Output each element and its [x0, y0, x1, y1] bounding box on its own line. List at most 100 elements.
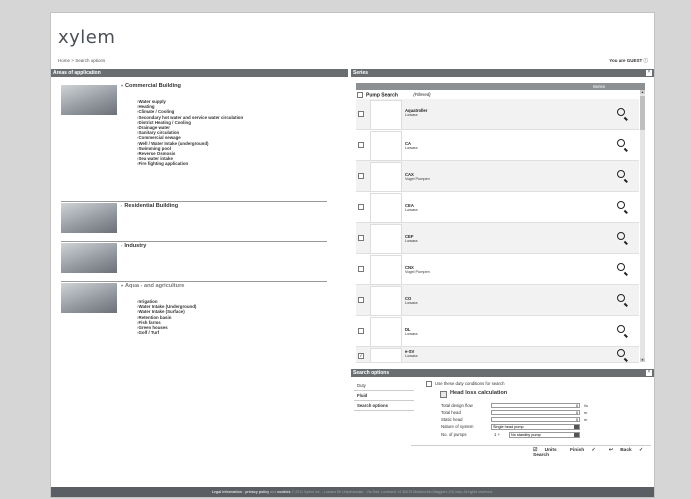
series-checkbox[interactable] — [358, 297, 364, 303]
xylem-logo[interactable]: xylem — [58, 27, 115, 48]
head-unit: m — [584, 410, 588, 415]
cookies-link[interactable]: cookies — [277, 490, 290, 494]
pump-search-checkbox[interactable] — [357, 92, 363, 98]
magnifier-icon[interactable] — [617, 232, 625, 240]
aqua-agriculture-image — [61, 283, 117, 313]
magnifier-icon[interactable] — [617, 349, 625, 357]
standby-pump-select[interactable]: No standby pump — [509, 432, 580, 438]
pump-image — [370, 317, 402, 347]
scroll-up-icon[interactable]: ▲ — [640, 90, 645, 94]
series-scrollbar[interactable]: ▲ ▼ — [640, 90, 645, 362]
area-title[interactable]: › Industry — [121, 243, 146, 249]
finish-button[interactable]: Finish ✓ — [564, 448, 596, 453]
total-design-flow-input[interactable]: 0 — [491, 403, 580, 408]
magnifier-icon[interactable] — [617, 201, 625, 209]
scroll-down-icon[interactable]: ▼ — [640, 358, 645, 362]
use-duty-label: Use these duty conditions for search — [435, 381, 505, 386]
series-header: Series ^ — [351, 69, 654, 77]
divider — [61, 241, 327, 242]
magnifier-icon[interactable] — [617, 263, 625, 271]
series-brand: Vogel Pumpen — [405, 177, 430, 181]
legal-link[interactable]: Legal information — [212, 490, 242, 494]
pump-image — [370, 193, 402, 223]
pump-image — [370, 348, 402, 362]
series-row[interactable]: Aquatroller Lowara — [356, 99, 639, 130]
info-icon[interactable]: ⓘ — [644, 58, 649, 63]
breadcrumb-home[interactable]: Home — [58, 58, 70, 63]
series-row[interactable]: ✓ e-SV Lowara — [356, 347, 639, 363]
search-options-header: Search options ^ — [351, 369, 654, 377]
nature-of-system-value: Single head pump — [493, 425, 524, 429]
no-of-pumps-value: 1 + — [494, 432, 501, 437]
pump-image — [370, 131, 402, 161]
collapse-icon[interactable]: ^ — [646, 70, 652, 76]
back-arrow-icon: ↩ — [608, 448, 613, 453]
static-head-input[interactable]: 0 — [491, 417, 580, 422]
magnifier-icon[interactable] — [617, 325, 625, 333]
check-icon: ✓ — [639, 448, 644, 453]
series-row[interactable]: CNX Vogel Pumpen — [356, 254, 639, 285]
subitem[interactable]: Fire fighting application — [137, 161, 243, 166]
series-row[interactable]: CEA Lowara — [356, 192, 639, 223]
head-loss-checkbox[interactable] — [440, 391, 447, 398]
copyright-text: © 2011 Xylem Inc. - Lowara Srl Uniperson… — [291, 490, 494, 494]
filtered-label: (Filtered) — [413, 92, 431, 98]
search-button[interactable]: Search — [527, 453, 549, 458]
nature-of-system-label: Nature of system — [441, 424, 474, 429]
nature-of-system-select[interactable]: Single head pump — [491, 424, 580, 430]
pump-search-label: Pump Search — [366, 92, 398, 99]
subitem[interactable]: Golf / Turf — [137, 330, 196, 335]
nav-search-options[interactable]: Search options — [354, 401, 414, 411]
no-of-pumps-label: No. of pumps — [441, 432, 467, 437]
area-title[interactable]: ▾ Aqua - and agriculture — [121, 283, 184, 289]
flow-unit: l/s — [584, 403, 588, 408]
series-checkbox[interactable] — [358, 235, 364, 241]
area-title[interactable]: ▾ Commercial Building — [121, 83, 181, 89]
collapse-icon[interactable]: ^ — [646, 370, 652, 376]
search-label: Search — [533, 453, 549, 458]
action-buttons: ☑ Units Finish ✓ ↩ Back ✓ Search — [521, 448, 654, 458]
magnifier-icon[interactable] — [617, 108, 625, 116]
head-loss-label: Head loss calculation — [450, 390, 508, 396]
use-duty-checkbox[interactable] — [426, 381, 432, 387]
series-row[interactable]: CEF Lowara — [356, 223, 639, 254]
static-head-label: Static head — [441, 417, 463, 422]
scroll-thumb[interactable] — [640, 96, 645, 130]
series-row[interactable]: CAX Vogel Pumpen — [356, 161, 639, 192]
chevron-down-icon — [574, 433, 579, 437]
series-brand: Lowara — [405, 146, 418, 150]
industry-image — [61, 243, 117, 273]
pump-image — [370, 162, 402, 192]
series-checkbox[interactable] — [358, 111, 364, 117]
area-subitems: Irrigation Water Intake (Underground) Wa… — [137, 299, 196, 335]
areas-title: Areas of application — [53, 70, 101, 76]
series-row[interactable]: CO Lowara — [356, 285, 639, 316]
nav-duty[interactable]: Duty — [354, 381, 414, 391]
magnifier-icon[interactable] — [617, 294, 625, 302]
page: xylem Home > Search options You are GUES… — [50, 12, 655, 498]
series-checkbox-checked[interactable]: ✓ — [358, 353, 364, 359]
total-head-label: Total head — [441, 410, 461, 415]
back-button[interactable]: ↩ Back ✓ — [603, 448, 643, 453]
privacy-link[interactable]: privacy policy — [245, 490, 269, 494]
total-head-input[interactable]: 0 — [491, 410, 580, 415]
series-brand: Lowara — [405, 208, 418, 212]
series-row[interactable]: CA Lowara — [356, 130, 639, 161]
user-status-text: You are GUEST — [609, 58, 643, 63]
pump-image — [370, 255, 402, 285]
series-checkbox[interactable] — [358, 266, 364, 272]
series-column-header: Series — [356, 83, 645, 90]
series-checkbox[interactable] — [358, 204, 364, 210]
magnifier-icon[interactable] — [617, 139, 625, 147]
search-options-title: Search options — [353, 370, 390, 376]
area-title[interactable]: › Residential Building — [121, 203, 178, 209]
series-checkbox[interactable] — [358, 142, 364, 148]
magnifier-icon[interactable] — [617, 170, 625, 178]
nav-fluid[interactable]: Fluid — [354, 391, 414, 401]
series-row[interactable]: DL Lowara — [356, 316, 639, 347]
series-checkbox[interactable] — [358, 173, 364, 179]
breadcrumb-separator: > — [71, 58, 74, 63]
series-checkbox[interactable] — [358, 328, 364, 334]
series-title: Series — [353, 70, 369, 76]
user-status: You are GUEST ⓘ — [609, 58, 648, 64]
